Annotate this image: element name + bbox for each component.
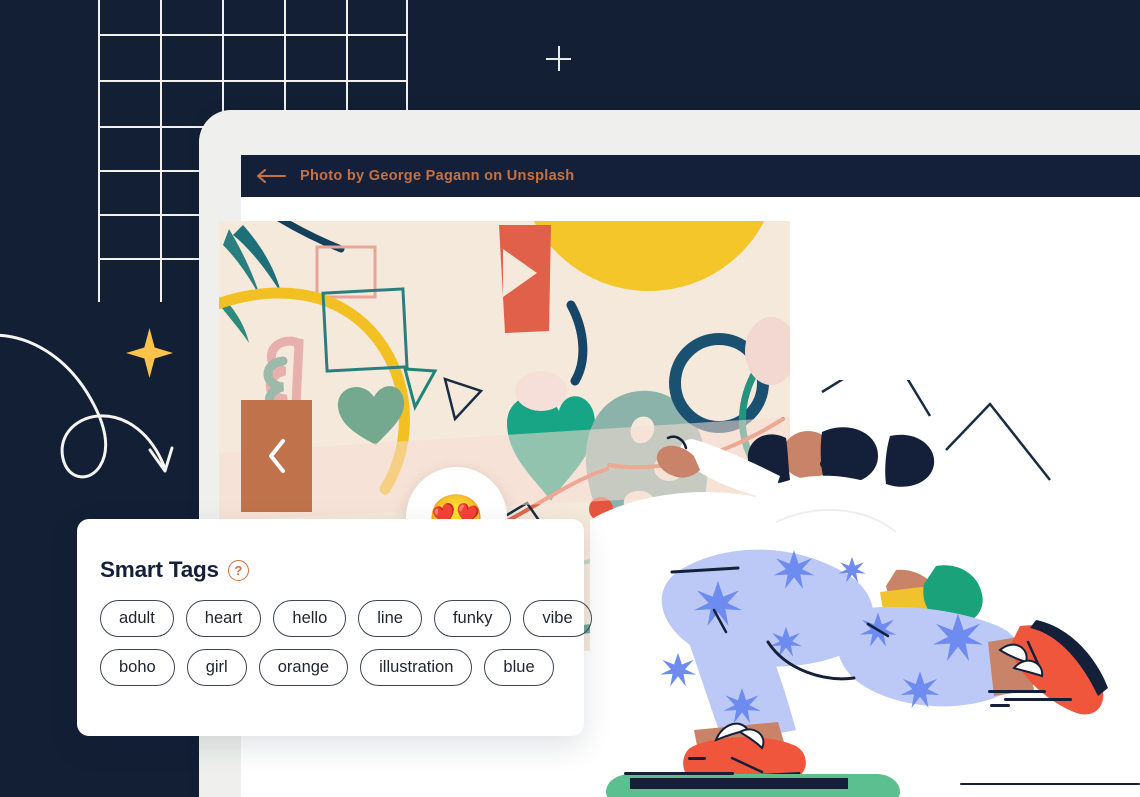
motion-line-1	[988, 690, 1046, 693]
motion-line-3	[990, 704, 1010, 707]
tag-chip[interactable]: girl	[186, 649, 247, 686]
tag-chip[interactable]: vibe	[523, 600, 592, 637]
tag-row: boho girl orange illustration blue	[100, 649, 584, 686]
tag-chip[interactable]: funky	[433, 600, 512, 637]
app-topbar: Photo by George Pagann on Unsplash	[241, 155, 1140, 197]
tag-chip[interactable]: adult	[100, 600, 174, 637]
ground-line-left	[668, 782, 788, 784]
smart-tags-panel: Smart Tags ? adult heart hello line funk…	[77, 519, 592, 736]
screenshot-canvas: Photo by George Pagann on Unsplash 😍 Sma…	[0, 0, 1140, 797]
previous-photo-button[interactable]	[241, 400, 312, 512]
tag-chip[interactable]: boho	[100, 649, 175, 686]
chevron-left-icon	[268, 439, 285, 473]
tag-chip[interactable]: line	[358, 600, 422, 637]
tag-chip[interactable]: heart	[185, 600, 262, 637]
help-icon[interactable]: ?	[227, 559, 249, 581]
tag-chip[interactable]: hello	[273, 600, 347, 637]
smart-tags-list: adult heart hello line funky vibe boho g…	[100, 600, 592, 686]
tag-row: adult heart hello line funky vibe	[100, 600, 592, 637]
motion-line-2	[1004, 698, 1072, 701]
smart-tags-header: Smart Tags ?	[100, 557, 584, 583]
tag-chip[interactable]: blue	[484, 649, 554, 686]
motion-line-5	[688, 757, 706, 760]
arrow-left-icon[interactable]	[256, 169, 286, 183]
tag-chip[interactable]: illustration	[360, 649, 473, 686]
tag-chip[interactable]: orange	[258, 649, 349, 686]
page-title: Smart Tags	[100, 557, 219, 582]
crosshair-mark-top	[546, 46, 571, 71]
squiggle-arrow-icon	[0, 333, 174, 479]
motion-line-4	[624, 772, 734, 775]
photo-credit-title: Photo by George Pagann on Unsplash	[300, 168, 575, 184]
ground-line-right	[960, 783, 1140, 785]
